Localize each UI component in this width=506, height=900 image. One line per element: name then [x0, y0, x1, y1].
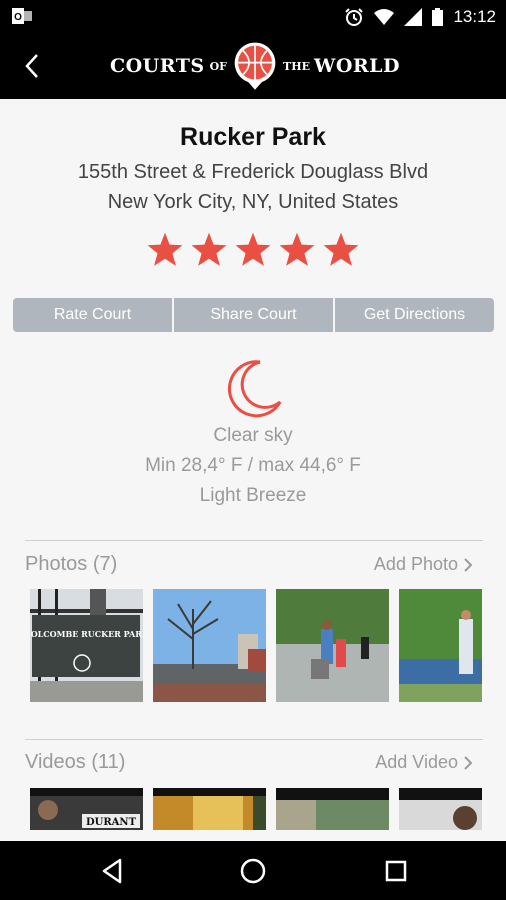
- video-thumbnail[interactable]: [276, 788, 389, 830]
- add-photo-button[interactable]: Add Photo: [374, 554, 472, 575]
- home-circle-icon[interactable]: [237, 855, 269, 887]
- back-triangle-icon[interactable]: [96, 855, 128, 887]
- weather-condition: Clear sky: [213, 425, 293, 446]
- app-bar: COURTS OF THE WORLD: [0, 33, 506, 99]
- recents-square-icon[interactable]: [380, 855, 412, 887]
- system-nav-bar: [0, 841, 506, 900]
- add-video-label: Add Video: [375, 752, 458, 772]
- photos-section-title: Photos (7): [25, 553, 118, 575]
- star-icon: [279, 232, 315, 266]
- logo-word-of: OF: [209, 59, 227, 73]
- park-sign-text: HOLCOMBE RUCKER PARK: [30, 629, 143, 639]
- svg-text:O: O: [14, 12, 22, 23]
- star-icon: [323, 232, 359, 266]
- add-video-button[interactable]: Add Video: [375, 752, 472, 773]
- court-address-line1: 155th Street & Frederick Douglass Blvd: [77, 161, 429, 183]
- outlook-icon: O: [12, 8, 32, 24]
- chevron-right-icon: [464, 755, 472, 770]
- court-detail: Rucker Park 155th Street & Frederick Dou…: [0, 99, 506, 841]
- star-icon: [147, 232, 183, 266]
- chevron-right-icon: [464, 557, 472, 572]
- rate-court-button[interactable]: Rate Court: [13, 298, 172, 332]
- battery-icon: [432, 7, 444, 26]
- moon-icon: [227, 360, 282, 418]
- weather-wind: Light Breeze: [199, 485, 307, 506]
- logo-word-the: THE: [283, 59, 310, 73]
- court-address-line2: New York City, NY, United States: [107, 191, 399, 213]
- wifi-icon: [374, 8, 395, 25]
- star-icon: [191, 232, 227, 266]
- signal-icon: [404, 7, 423, 26]
- videos-section-title: Videos (11): [25, 751, 126, 773]
- add-photo-label: Add Photo: [373, 554, 458, 574]
- logo-word-world: WORLD: [313, 55, 400, 77]
- photo-thumbnail[interactable]: [276, 589, 389, 702]
- app-logo: COURTS OF THE WORLD: [110, 37, 400, 95]
- rating-stars: [0, 231, 506, 269]
- weather-temperature: Min 28,4° F / max 44,6° F: [145, 455, 361, 476]
- status-bar: O 13:12: [0, 0, 506, 33]
- photo-thumbnail[interactable]: [153, 589, 266, 702]
- section-divider: [25, 739, 483, 740]
- status-time: 13:12: [453, 6, 496, 26]
- photo-thumbnail[interactable]: [399, 589, 482, 702]
- star-icon: [235, 232, 271, 266]
- video-thumbnail[interactable]: [153, 788, 266, 830]
- basketball-globe-icon: [234, 42, 276, 90]
- photo-thumbnail[interactable]: HOLCOMBE RUCKER PARK: [30, 589, 143, 702]
- video-caption-text: DURANT: [86, 817, 137, 828]
- video-thumbnail[interactable]: DURANT: [30, 788, 143, 830]
- back-arrow-icon[interactable]: [18, 51, 48, 81]
- get-directions-button[interactable]: Get Directions: [335, 298, 494, 332]
- alarm-icon: [345, 7, 364, 26]
- video-thumbnail[interactable]: [399, 788, 482, 830]
- share-court-button[interactable]: Share Court: [174, 298, 333, 332]
- section-divider: [25, 540, 483, 541]
- logo-word-courts: COURTS: [110, 55, 205, 77]
- action-buttons: Rate Court Share Court Get Directions: [13, 298, 494, 332]
- court-name: Rucker Park: [180, 123, 326, 151]
